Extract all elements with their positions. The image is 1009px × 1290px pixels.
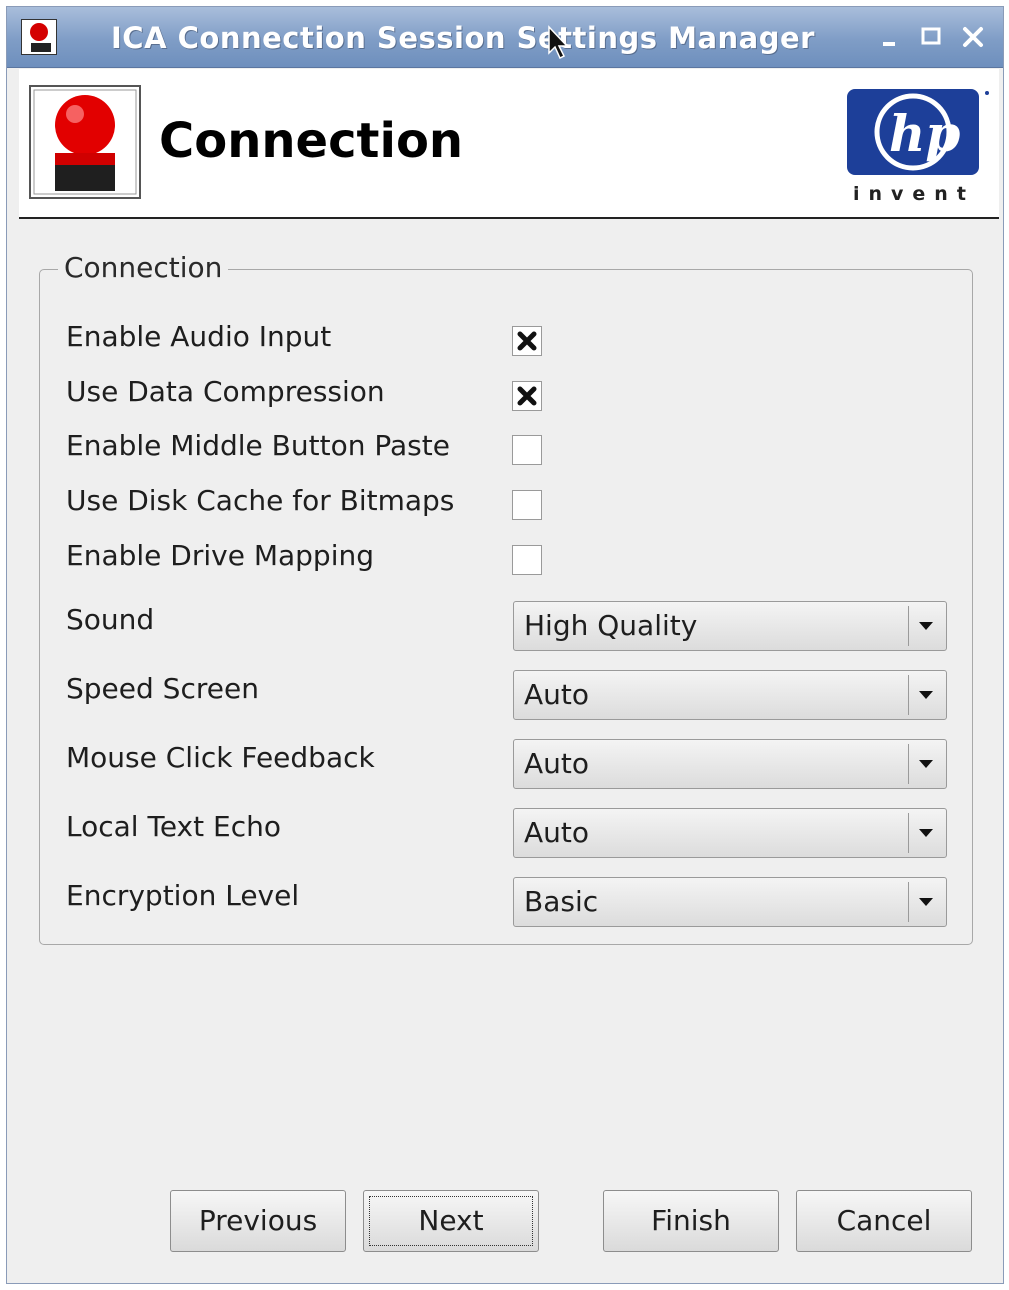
- checked-icon: [517, 386, 537, 406]
- page-title: Connection: [159, 113, 464, 169]
- sound-value: High Quality: [524, 609, 698, 642]
- group-legend: Connection: [58, 251, 229, 284]
- local-text-echo-select[interactable]: Auto: [513, 808, 947, 858]
- enable-drive-mapping-checkbox[interactable]: [512, 545, 542, 575]
- mouse-click-feedback-value: Auto: [524, 747, 590, 780]
- hp-tagline: invent: [853, 183, 975, 205]
- next-button[interactable]: Next: [363, 1190, 539, 1252]
- chevron-down-icon: [919, 691, 933, 699]
- sound-select[interactable]: High Quality: [513, 601, 947, 651]
- settings-window: ICA Connection Session Settings Manager …: [6, 6, 1004, 1284]
- chevron-down-icon: [919, 898, 933, 906]
- connection-group: Connection Enable Audio Input Use Data C…: [39, 251, 973, 945]
- use-disk-cache-checkbox[interactable]: [512, 490, 542, 520]
- local-text-echo-value: Auto: [524, 816, 590, 849]
- encryption-level-label: Encryption Level: [66, 879, 300, 912]
- speed-screen-label: Speed Screen: [66, 672, 259, 705]
- chevron-down-icon: [919, 829, 933, 837]
- page-header: Connection hp invent: [19, 69, 999, 219]
- speed-screen-value: Auto: [524, 678, 590, 711]
- close-icon[interactable]: [959, 23, 987, 51]
- previous-button[interactable]: Previous: [170, 1190, 346, 1252]
- minimize-icon[interactable]: [875, 23, 903, 51]
- enable-middle-button-paste-label: Enable Middle Button Paste: [66, 429, 450, 462]
- speed-screen-select[interactable]: Auto: [513, 670, 947, 720]
- chevron-down-icon: [919, 622, 933, 630]
- use-data-compression-checkbox[interactable]: [512, 381, 542, 411]
- combo-separator: [908, 813, 909, 853]
- encryption-level-value: Basic: [524, 885, 599, 918]
- mouse-cursor-icon: [548, 25, 569, 60]
- encryption-level-select[interactable]: Basic: [513, 877, 947, 927]
- mouse-click-feedback-select[interactable]: Auto: [513, 739, 947, 789]
- enable-drive-mapping-label: Enable Drive Mapping: [66, 539, 374, 572]
- maximize-icon[interactable]: [917, 23, 945, 51]
- combo-separator: [908, 882, 909, 922]
- chevron-down-icon: [919, 760, 933, 768]
- window-title: ICA Connection Session Settings Manager: [111, 21, 815, 55]
- local-text-echo-label: Local Text Echo: [66, 810, 281, 843]
- finish-button[interactable]: Finish: [603, 1190, 779, 1252]
- title-bar[interactable]: ICA Connection Session Settings Manager: [7, 7, 1003, 68]
- combo-separator: [908, 675, 909, 715]
- sound-label: Sound: [66, 603, 155, 636]
- svg-text:hp: hp: [889, 104, 960, 163]
- enable-audio-input-checkbox[interactable]: [512, 326, 542, 356]
- cancel-button[interactable]: Cancel: [796, 1190, 972, 1252]
- connection-icon: [29, 85, 141, 199]
- connection-app-icon: [21, 19, 57, 55]
- checked-icon: [517, 331, 537, 351]
- enable-audio-input-label: Enable Audio Input: [66, 320, 332, 353]
- combo-separator: [908, 606, 909, 646]
- enable-middle-button-paste-checkbox[interactable]: [512, 435, 542, 465]
- use-data-compression-label: Use Data Compression: [66, 375, 385, 408]
- mouse-click-feedback-label: Mouse Click Feedback: [66, 741, 375, 774]
- use-disk-cache-label: Use Disk Cache for Bitmaps: [66, 484, 455, 517]
- combo-separator: [908, 744, 909, 784]
